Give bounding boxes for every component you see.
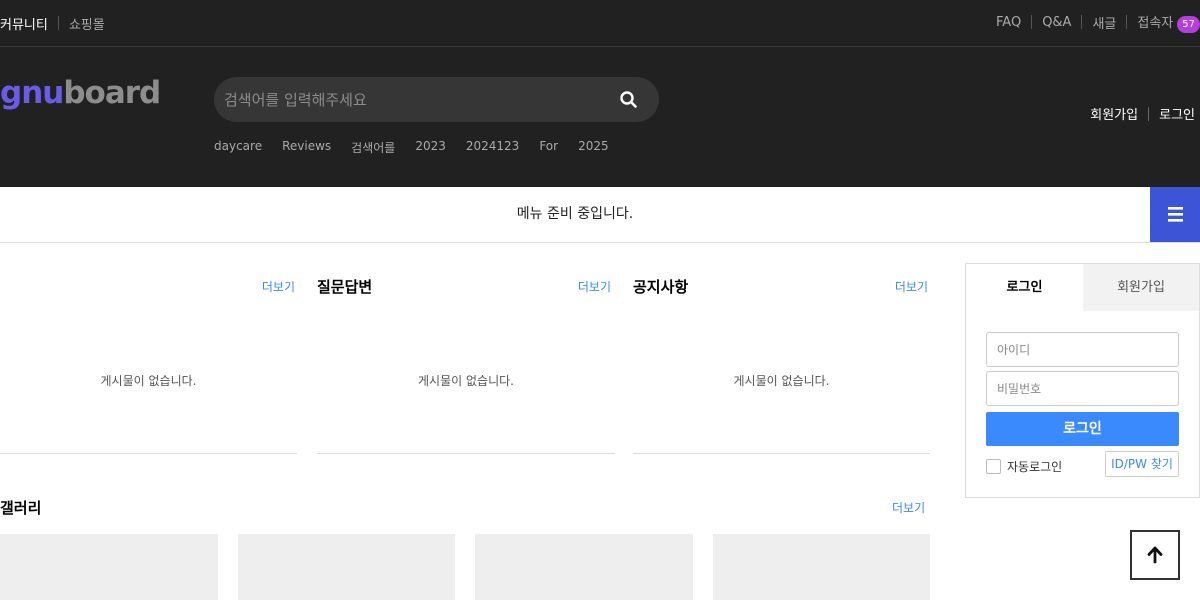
gallery-thumbnail[interactable] [713,534,930,600]
logo-sub: board [63,75,161,111]
auto-login-checkbox[interactable] [986,459,1001,474]
menu-button[interactable] [1150,187,1200,242]
visitors-label: 접속자 [1137,15,1174,31]
search-bar [214,77,659,122]
popular-keyword[interactable]: daycare [214,139,262,156]
empty-message: 게시물이 없습니다. [733,374,830,388]
login-link[interactable]: 로그인 [1159,104,1195,123]
scroll-top-button[interactable] [1130,530,1180,580]
login-box: 로그인 회원가입 로그인 자동로그인 ID/PW 찾기 [965,263,1200,498]
popular-keywords: daycare Reviews 검색어를 2023 2024123 For 20… [214,139,609,156]
gallery-more-link[interactable]: 더보기 [892,499,925,516]
popular-keyword[interactable]: 2023 [415,139,446,156]
popular-keyword[interactable]: For [539,139,558,156]
divider [1126,15,1128,29]
search-button[interactable] [619,90,639,110]
search-icon [620,91,637,108]
divider [1081,15,1083,29]
board-section: 더보기 게시물이 없습니다. [0,263,297,454]
divider [1031,15,1033,29]
empty-message: 게시물이 없습니다. [100,374,197,388]
login-button[interactable]: 로그인 [986,412,1179,446]
visitor-count-badge: 57 [1177,15,1200,33]
search-input[interactable] [224,77,604,122]
divider [57,16,59,30]
popular-keyword[interactable]: Reviews [282,139,331,156]
auto-login-label: 자동로그인 [1007,460,1063,474]
more-link[interactable]: 더보기 [262,278,295,295]
auto-login[interactable]: 자동로그인 [986,458,1062,475]
tab-login[interactable]: 로그인 [966,264,1083,311]
site-logo[interactable]: gnuboard [0,73,161,113]
header-account-links: 회원가입 로그인 [1090,104,1195,123]
hamburger-icon [1168,207,1183,222]
visitors-link[interactable]: 접속자 57 [1137,12,1200,33]
board-section-qa: 질문답변 더보기 게시물이 없습니다. [317,263,615,454]
new-posts-link[interactable]: 새글 [1092,13,1116,32]
site-header: gnuboard daycare Reviews 검색어를 2023 20241… [0,47,1200,187]
empty-message: 게시물이 없습니다. [418,374,514,388]
top-bar: 커뮤니티 쇼핑몰 FAQ Q&A 새글 접속자 57 [0,0,1200,47]
top-left-links: 커뮤니티 쇼핑몰 [0,0,105,46]
gallery-thumbnail[interactable] [0,534,218,600]
nav-message: 메뉴 준비 중입니다. [516,206,634,222]
find-id-pw-button[interactable]: ID/PW 찾기 [1105,451,1179,477]
arrow-up-icon [1147,546,1163,564]
board-title[interactable]: 질문답변 [317,276,372,297]
board-title[interactable]: 공지사항 [633,276,688,297]
password-field[interactable] [986,371,1179,406]
popular-keyword[interactable]: 검색어를 [351,139,395,156]
gallery-thumbnail[interactable] [238,534,455,600]
qa-link[interactable]: Q&A [1042,15,1071,30]
popular-keyword[interactable]: 2024123 [466,139,519,156]
login-tabs: 로그인 회원가입 [966,264,1199,311]
main-nav: 메뉴 준비 중입니다. [0,187,1200,243]
divider [1148,106,1150,121]
top-right-links: FAQ Q&A 새글 접속자 57 [996,0,1200,44]
shop-link[interactable]: 쇼핑몰 [69,14,105,33]
board-section-notice: 공지사항 더보기 게시물이 없습니다. [633,263,930,454]
community-link[interactable]: 커뮤니티 [0,14,48,33]
id-field[interactable] [986,332,1179,367]
more-link[interactable]: 더보기 [578,278,611,295]
faq-link[interactable]: FAQ [996,15,1021,30]
popular-keyword[interactable]: 2025 [578,139,609,156]
more-link[interactable]: 더보기 [895,278,928,295]
join-link[interactable]: 회원가입 [1090,104,1138,123]
tab-join[interactable]: 회원가입 [1083,264,1199,311]
logo-main: gnu [0,75,64,111]
gallery-thumbnail[interactable] [475,534,693,600]
gallery-title[interactable]: 갤러리 [0,497,41,518]
